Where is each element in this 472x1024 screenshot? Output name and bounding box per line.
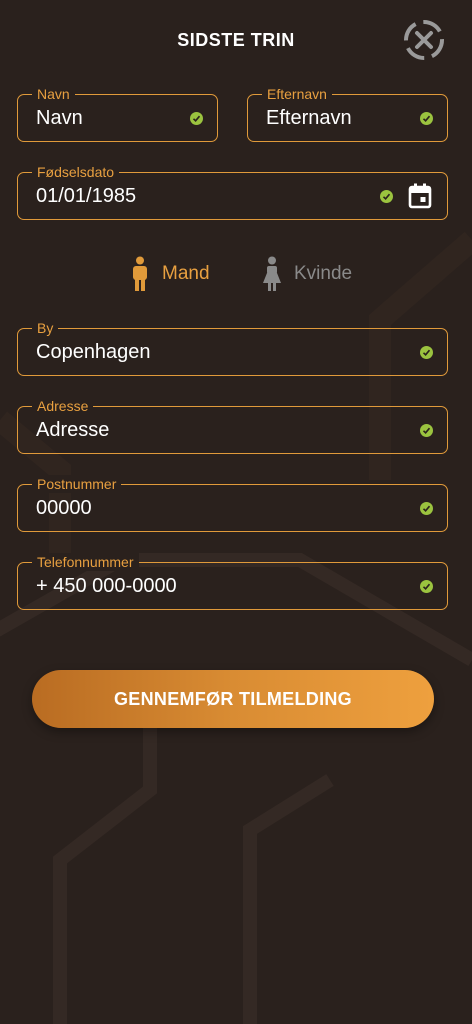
check-icon — [420, 424, 433, 437]
close-icon — [404, 20, 444, 60]
check-icon — [420, 502, 433, 515]
check-icon — [420, 112, 433, 125]
address-field[interactable]: Adresse Adresse — [17, 397, 448, 454]
complete-registration-label: GENNEMFØR TILMELDING — [114, 688, 352, 709]
address-input[interactable]: Adresse — [36, 407, 109, 453]
complete-registration-button[interactable]: GENNEMFØR TILMELDING — [32, 670, 434, 728]
gender-option-male[interactable]: Mand — [130, 256, 210, 292]
phone-field[interactable]: Telefonnummer + 450 000-0000 — [17, 553, 448, 610]
birthdate-input[interactable]: 01/01/1985 — [36, 173, 136, 219]
check-icon — [380, 190, 393, 203]
city-field[interactable]: By Copenhagen — [17, 319, 448, 376]
male-icon — [133, 256, 147, 291]
female-label: Kvinde — [294, 263, 353, 284]
last-name-input[interactable]: Efternavn — [266, 95, 352, 141]
close-button[interactable] — [402, 18, 446, 62]
gender-option-female[interactable]: Kvinde — [262, 256, 352, 292]
first-name-field[interactable]: Navn Navn — [17, 85, 218, 142]
male-label: Mand — [162, 263, 210, 284]
check-icon — [190, 112, 203, 125]
city-input[interactable]: Copenhagen — [36, 329, 151, 375]
calendar-icon[interactable] — [408, 183, 432, 209]
check-icon — [420, 346, 433, 359]
female-icon — [263, 256, 281, 291]
postal-code-field[interactable]: Postnummer 00000 — [17, 475, 448, 532]
header: SIDSTE TRIN — [0, 0, 472, 80]
check-icon — [420, 580, 433, 593]
first-name-input[interactable]: Navn — [36, 95, 83, 141]
postal-code-input[interactable]: 00000 — [36, 485, 92, 531]
last-name-field[interactable]: Efternavn Efternavn — [247, 85, 448, 142]
phone-input[interactable]: + 450 000-0000 — [36, 563, 177, 609]
birthdate-field[interactable]: Fødselsdato 01/01/1985 — [17, 163, 448, 220]
